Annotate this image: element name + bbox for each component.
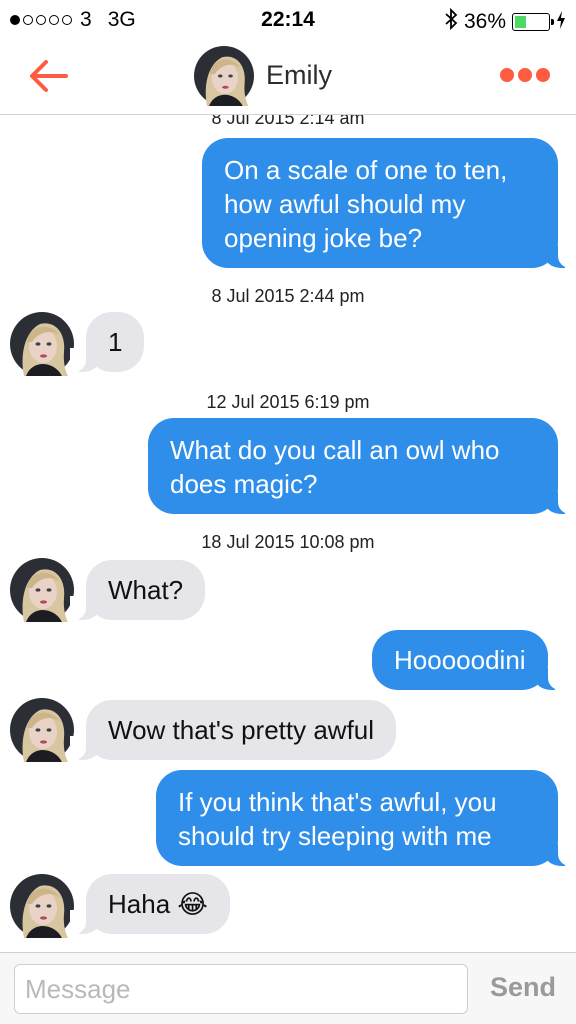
outgoing-message: If you think that's awful, you should tr…	[156, 770, 574, 866]
timestamp: 8 Jul 2015 2:44 pm	[211, 286, 365, 306]
avatar[interactable]	[10, 698, 74, 762]
avatar[interactable]	[194, 46, 254, 106]
timestamp: 18 Jul 2015 10:08 pm	[201, 532, 375, 552]
timestamp: 12 Jul 2015 6:19 pm	[206, 392, 370, 412]
message-text: What do you call an owl who	[170, 435, 500, 465]
message-text: On a scale of one to ten,	[224, 155, 508, 185]
more-options-icon[interactable]	[500, 68, 550, 82]
outgoing-message: On a scale of one to ten, how awful shou…	[202, 138, 574, 268]
message-text: opening joke be?	[224, 223, 423, 253]
message-text: Wow that's pretty awful	[108, 715, 375, 745]
message-composer: Send	[0, 952, 576, 1024]
avatar[interactable]	[10, 558, 74, 622]
back-arrow-icon[interactable]	[26, 58, 70, 94]
incoming-message: What?	[69, 560, 206, 620]
send-button[interactable]: Send	[490, 972, 556, 1003]
message-text: does magic?	[170, 469, 318, 499]
avatar[interactable]	[10, 874, 74, 938]
message-text: Haha 😂	[108, 889, 208, 919]
outgoing-message: Hooooodini	[372, 630, 564, 690]
message-text: how awful should my	[224, 189, 466, 219]
message-text: Hooooodini	[394, 645, 526, 675]
message-thread[interactable]: 8 Jul 2015 2:14 am On a scale of one to …	[0, 114, 576, 952]
avatar[interactable]	[10, 312, 74, 376]
message-text: 1	[108, 327, 123, 357]
timestamp: 8 Jul 2015 2:14 am	[211, 114, 365, 128]
incoming-message: 1	[69, 312, 145, 372]
battery-icon	[512, 13, 554, 31]
message-input[interactable]	[14, 964, 468, 1014]
status-bar: 3 3G 22:14 36%	[0, 0, 576, 38]
message-text: What?	[108, 575, 184, 605]
bluetooth-icon	[444, 7, 458, 36]
incoming-message: Wow that's pretty awful	[69, 700, 397, 760]
message-text: should try sleeping with me	[178, 821, 492, 851]
outgoing-message: What do you call an owl who does magic?	[148, 418, 574, 514]
charging-icon	[556, 10, 566, 34]
contact-name[interactable]: Emily	[266, 60, 332, 91]
incoming-message: Haha 😂	[70, 874, 230, 934]
chat-header: Emily	[0, 38, 576, 115]
message-text: If you think that's awful, you	[178, 787, 497, 817]
battery-percentage: 36%	[463, 10, 506, 33]
